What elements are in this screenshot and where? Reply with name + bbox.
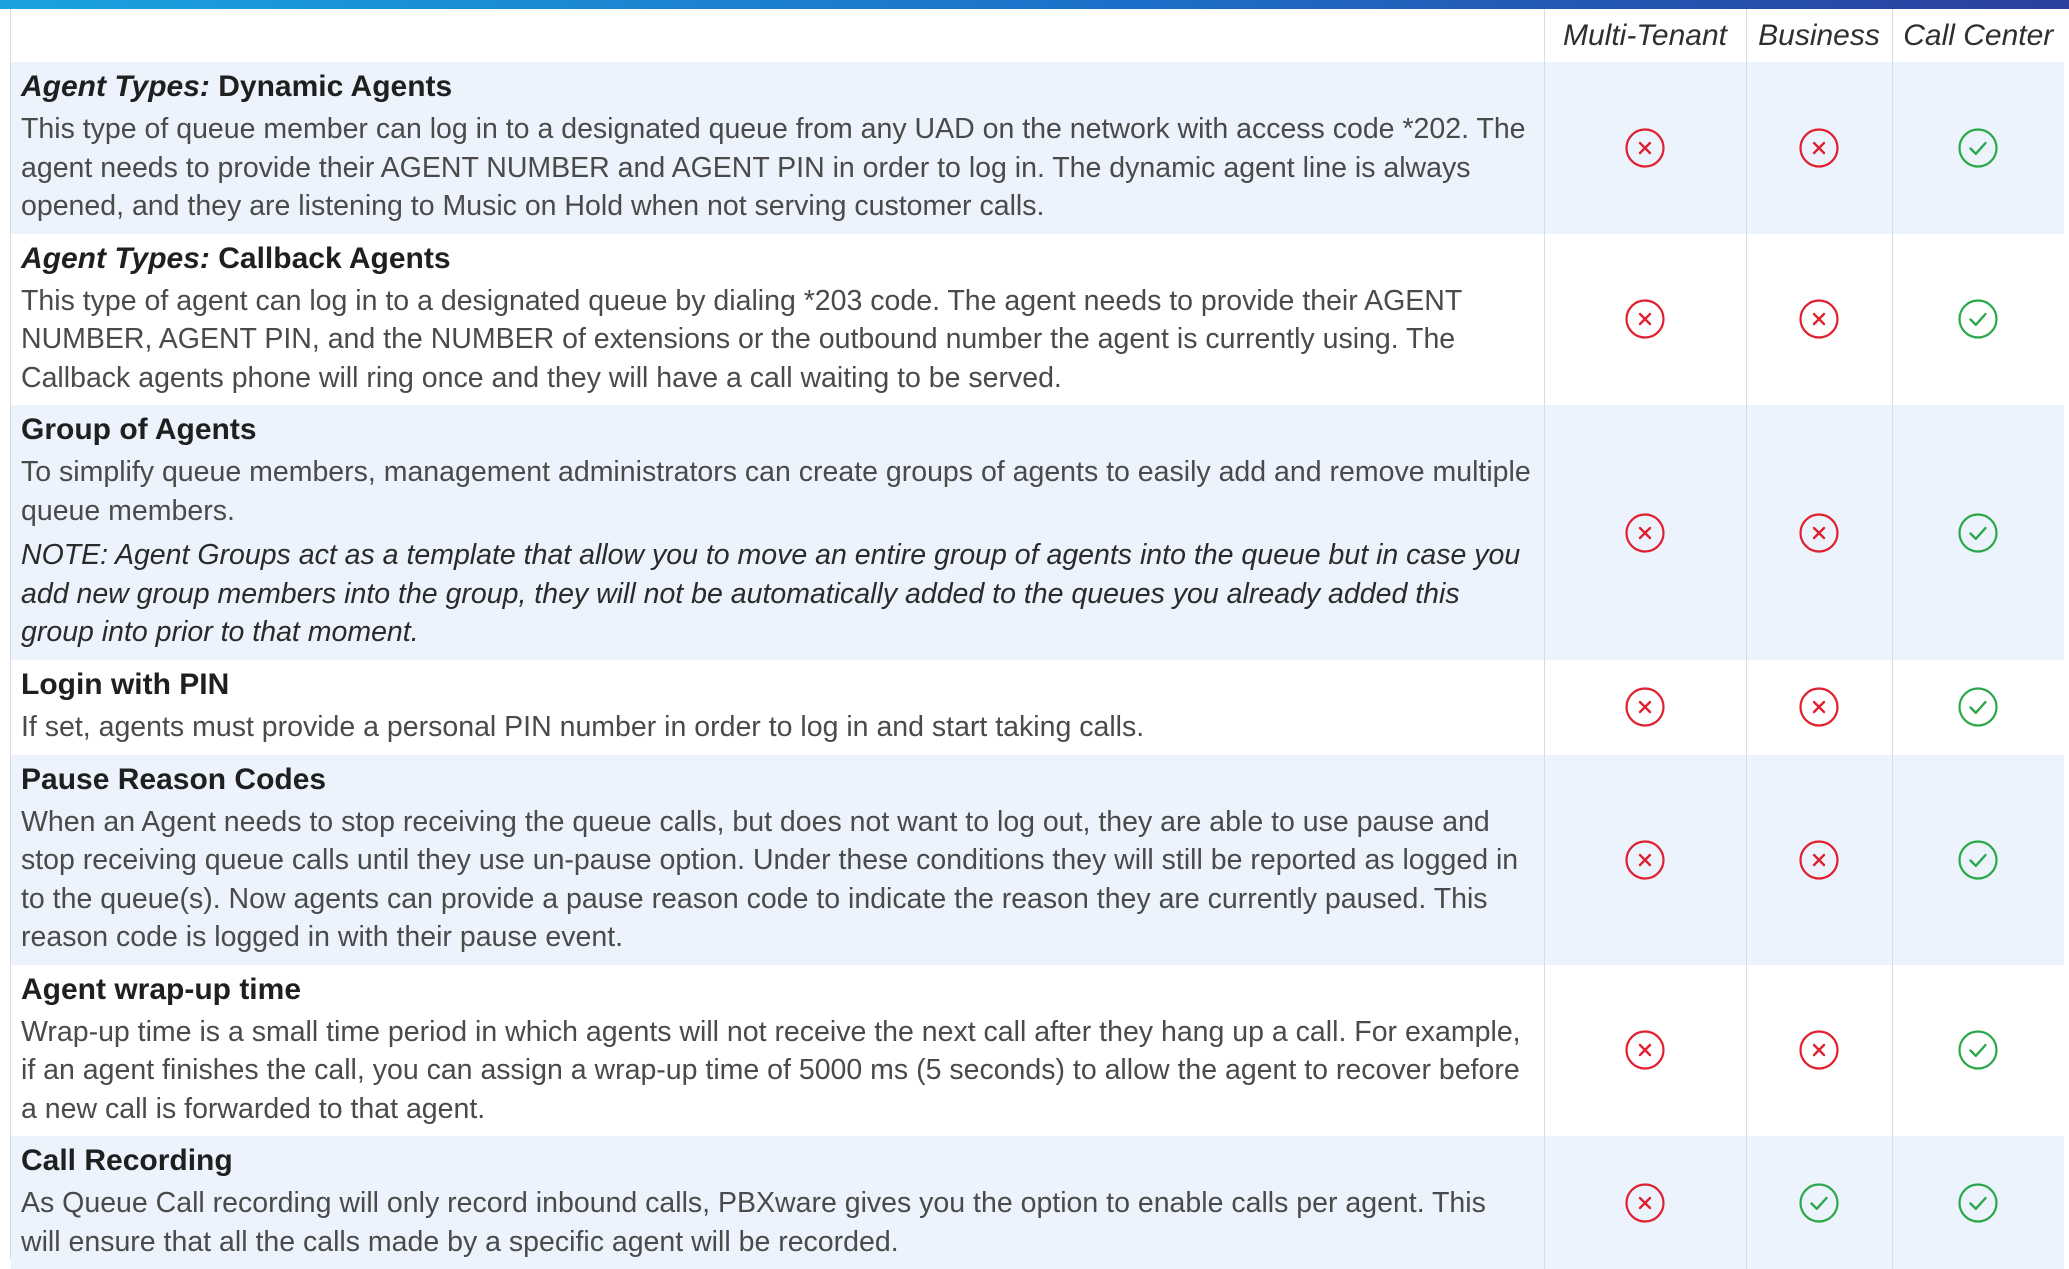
call-center-cell	[1891, 660, 2064, 755]
check-circle-icon	[1957, 127, 1999, 169]
business-cell	[1745, 233, 1892, 405]
x-circle-icon	[1624, 686, 1666, 728]
feature-text: If set, agents must provide a personal P…	[21, 711, 1145, 743]
table-row: Login with PIN If set, agents must provi…	[11, 660, 2064, 755]
multi-tenant-cell	[1543, 62, 1746, 234]
multi-tenant-cell	[1543, 964, 1746, 1136]
feature-title-prefix: Agent Types:	[21, 241, 210, 275]
x-circle-icon	[1798, 512, 1840, 554]
feature-title: Pause Reason Codes	[21, 762, 327, 796]
feature-note: NOTE: Agent Groups act as a template tha…	[21, 539, 1521, 648]
feature-title: Agent Types: Dynamic Agents	[21, 68, 1532, 106]
feature-title: Group of Agents	[21, 413, 257, 446]
feature-description-cell: Agent wrap-up time Wrap-up time is a sma…	[11, 964, 1544, 1136]
multi-tenant-cell	[1543, 660, 1746, 755]
business-column-header: Business	[1745, 9, 1892, 62]
check-circle-icon	[1957, 512, 1999, 554]
feature-title: Agent wrap-up time	[21, 972, 302, 1006]
table-row: Agent Types: Dynamic Agents This type of…	[11, 62, 2064, 234]
feature-text: To simplify queue members, management ad…	[21, 456, 1531, 527]
feature-comparison-page: Multi-Tenant Business Call Center Agent …	[10, 9, 2069, 1269]
business-cell	[1745, 62, 1892, 234]
multi-tenant-cell	[1543, 1136, 1746, 1269]
x-circle-icon	[1624, 1029, 1666, 1071]
feature-text: When an Agent needs to stop receiving th…	[21, 805, 1519, 954]
feature-title-text: Dynamic Agents	[218, 70, 453, 103]
feature-text: Wrap-up time is a small time period in w…	[21, 1015, 1521, 1125]
feature-title-prefix: Agent Types:	[21, 70, 210, 103]
call-center-column-header: Call Center	[1891, 9, 2064, 62]
feature-column-header	[11, 9, 1544, 62]
table-row: Group of Agents To simplify queue member…	[11, 405, 2064, 660]
business-cell	[1745, 660, 1892, 755]
feature-text: As Queue Call recording will only record…	[21, 1187, 1486, 1258]
business-cell	[1745, 754, 1892, 965]
call-center-cell	[1891, 405, 2064, 660]
x-circle-icon	[1624, 298, 1666, 340]
feature-description-cell: Group of Agents To simplify queue member…	[11, 405, 1544, 660]
feature-comparison-table: Multi-Tenant Business Call Center Agent …	[11, 9, 2064, 1269]
table-row: Pause Reason Codes When an Agent needs t…	[11, 754, 2064, 965]
feature-description-cell: Login with PIN If set, agents must provi…	[11, 660, 1544, 755]
feature-title: Login with PIN	[21, 668, 230, 701]
top-accent-bar	[0, 0, 2069, 9]
feature-rows: Agent Types: Dynamic Agents This type of…	[11, 62, 2064, 1269]
call-center-cell	[1891, 62, 2064, 234]
table-row: Agent wrap-up time Wrap-up time is a sma…	[11, 964, 2064, 1136]
x-circle-icon	[1798, 298, 1840, 340]
feature-text: This type of queue member can log in to …	[21, 113, 1526, 222]
business-cell	[1745, 964, 1892, 1136]
table-header-row: Multi-Tenant Business Call Center	[11, 9, 2064, 62]
feature-description-cell: Agent Types: Callback Agents This type o…	[11, 233, 1544, 405]
call-center-cell	[1891, 1136, 2064, 1269]
multi-tenant-cell	[1543, 405, 1746, 660]
check-circle-icon	[1957, 298, 1999, 340]
x-circle-icon	[1798, 839, 1840, 881]
x-circle-icon	[1798, 1029, 1840, 1071]
table-row: Call Recording As Queue Call recording w…	[11, 1136, 2064, 1269]
multi-tenant-cell	[1543, 233, 1746, 405]
check-circle-icon	[1957, 1182, 1999, 1224]
feature-description-cell: Pause Reason Codes When an Agent needs t…	[11, 754, 1544, 965]
table-row: Agent Types: Callback Agents This type o…	[11, 233, 2064, 405]
call-center-cell	[1891, 233, 2064, 405]
x-circle-icon	[1624, 127, 1666, 169]
feature-text: This type of agent can log in to a desig…	[21, 284, 1462, 394]
feature-description-cell: Agent Types: Dynamic Agents This type of…	[11, 62, 1544, 234]
check-circle-icon	[1957, 839, 1999, 881]
feature-title-text: Callback Agents	[218, 241, 451, 275]
x-circle-icon	[1798, 686, 1840, 728]
check-circle-icon	[1957, 1029, 1999, 1071]
x-circle-icon	[1798, 127, 1840, 169]
check-circle-icon	[1798, 1182, 1840, 1224]
feature-description-cell: Call Recording As Queue Call recording w…	[11, 1136, 1544, 1269]
call-center-cell	[1891, 754, 2064, 965]
business-cell	[1745, 405, 1892, 660]
multi-tenant-cell	[1543, 754, 1746, 965]
feature-title: Agent Types: Callback Agents	[21, 240, 1532, 278]
multi-tenant-column-header: Multi-Tenant	[1543, 9, 1746, 62]
x-circle-icon	[1624, 839, 1666, 881]
feature-title: Call Recording	[21, 1144, 233, 1177]
call-center-cell	[1891, 964, 2064, 1136]
check-circle-icon	[1957, 686, 1999, 728]
x-circle-icon	[1624, 1182, 1666, 1224]
business-cell	[1745, 1136, 1892, 1269]
x-circle-icon	[1624, 512, 1666, 554]
